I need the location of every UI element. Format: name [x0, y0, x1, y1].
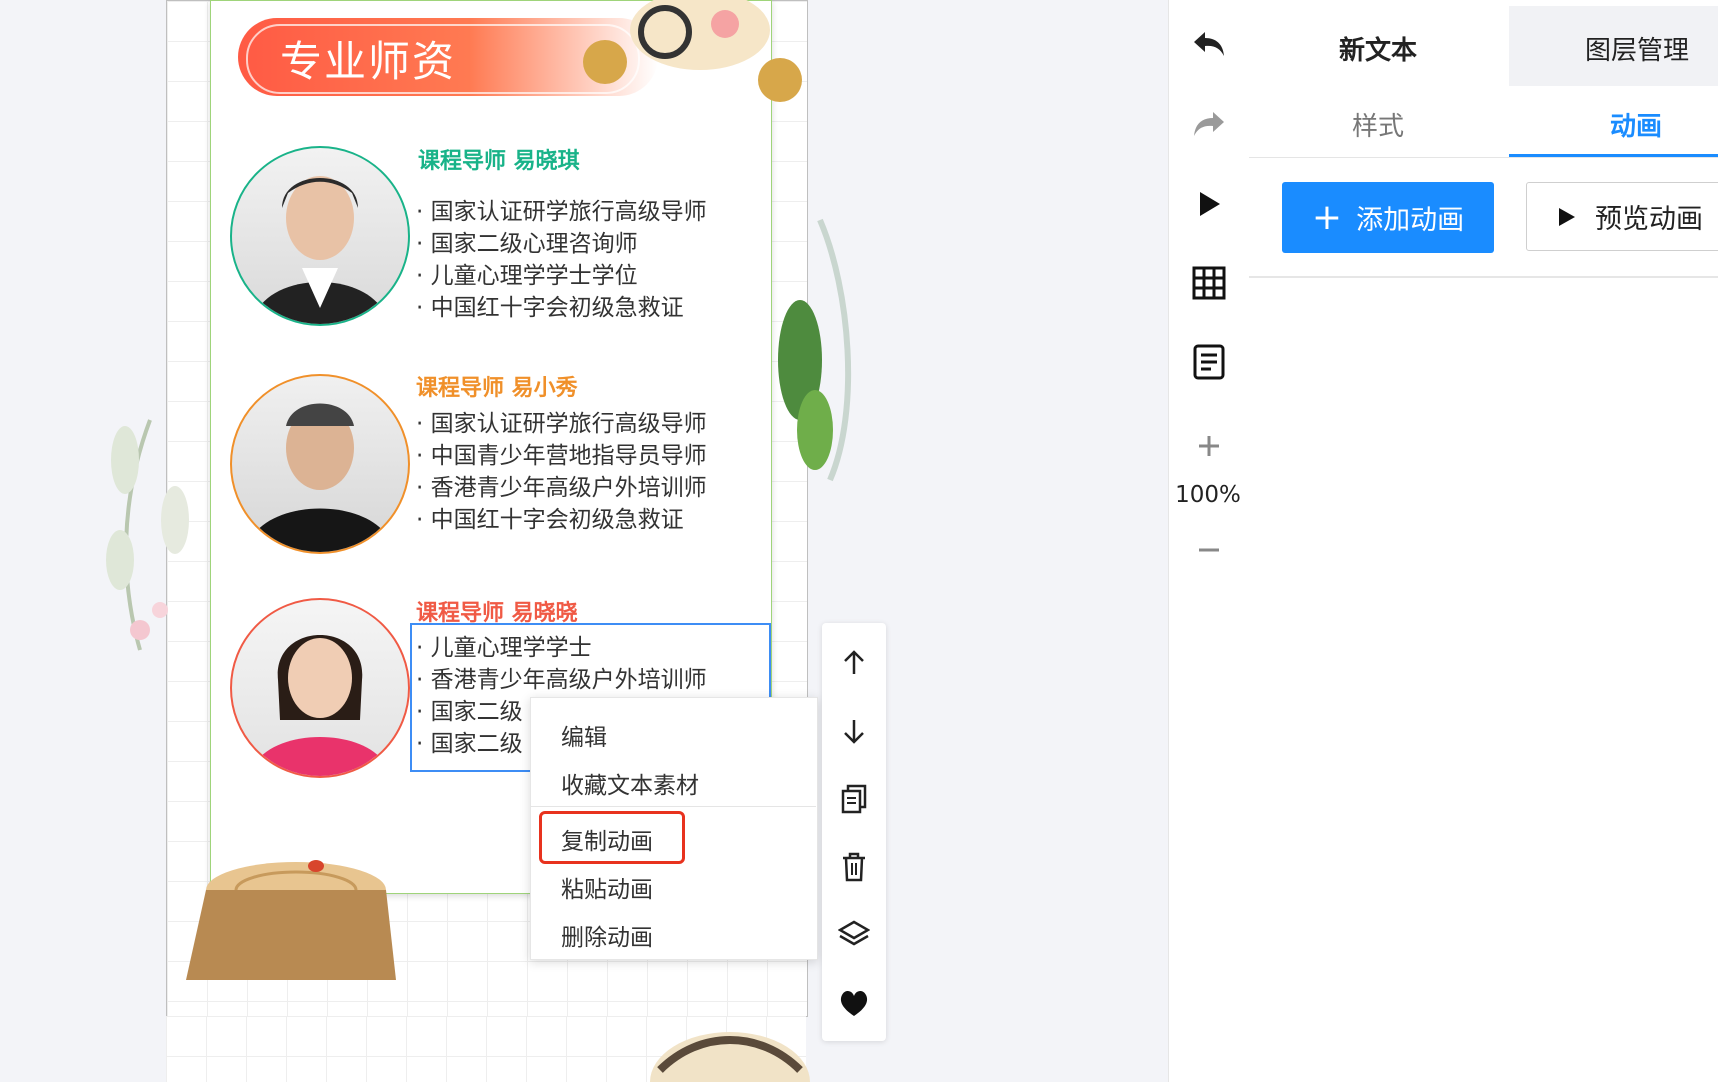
bullet-line: · 儿童心理学学士学位: [416, 263, 638, 289]
move-down-button[interactable]: [822, 701, 886, 761]
subtab-border: [1249, 157, 1718, 158]
add-animation-button[interactable]: + 添加动画: [1282, 182, 1494, 253]
subtab-style[interactable]: 样式: [1249, 90, 1509, 154]
bullet-line: · 国家认证研学旅行高级导师: [416, 411, 707, 437]
preview-animation-label: 预览动画: [1595, 204, 1703, 235]
teacher-photo: [252, 176, 388, 324]
teacher-avatar[interactable]: [230, 146, 410, 326]
subtab-active-indicator: [1509, 154, 1718, 157]
document-icon: [1193, 344, 1225, 380]
undo-button[interactable]: [1169, 14, 1249, 74]
teacher-name[interactable]: 课程导师 易小秀: [416, 370, 578, 402]
tab-new-text[interactable]: 新文本: [1249, 6, 1509, 86]
arrow-down-icon: [844, 720, 864, 744]
highlight-annotation: [539, 811, 685, 864]
play-icon: [1559, 207, 1575, 226]
tab-layer-management[interactable]: 图层管理: [1509, 6, 1718, 86]
tab-new-text-label: 新文本: [1339, 36, 1418, 66]
mascot-hat-image: [650, 1032, 810, 1082]
plus-icon: +: [1311, 196, 1343, 238]
redo-icon: [1194, 112, 1224, 136]
teacher-name[interactable]: 课程导师 易晓琪: [418, 143, 580, 175]
bullet-line: · 国家二级心理咨询师: [416, 231, 638, 257]
grid-icon: [1192, 266, 1226, 300]
layers-button[interactable]: [822, 905, 886, 965]
preview-animation-button[interactable]: 预览动画: [1526, 182, 1718, 251]
teacher-photo: [246, 403, 394, 552]
panel-divider: [1249, 276, 1718, 278]
bullet-line: · 中国红十字会初级急救证: [416, 295, 684, 321]
play-icon: [1200, 192, 1220, 216]
leaf-decoration-left: [106, 419, 189, 651]
play-button[interactable]: [1169, 174, 1249, 234]
bullet-line: · 香港青少年高级户外培训师: [416, 475, 707, 501]
redo-button[interactable]: [1169, 94, 1249, 154]
add-animation-label: 添加动画: [1356, 205, 1465, 236]
arrow-up-icon: [844, 650, 864, 674]
bullet-line: · 国家认证研学旅行高级导师: [416, 199, 707, 225]
subtab-animation-label: 动画: [1610, 112, 1663, 142]
side-toolbar: [1168, 0, 1250, 1082]
menu-divider: [530, 806, 816, 807]
teacher-bullets[interactable]: · 国家认证研学旅行高级导师 · 中国青少年营地指导员导师 · 香港青少年高级户…: [416, 408, 707, 536]
duplicate-button[interactable]: [822, 769, 886, 829]
banner-title[interactable]: 专业师资: [280, 28, 456, 89]
teacher-avatar[interactable]: [230, 598, 410, 778]
tab-layer-label: 图层管理: [1585, 36, 1690, 66]
cartoon-mascot-image: [583, 0, 802, 102]
grid-button[interactable]: [1169, 253, 1249, 313]
plus-icon: [1199, 436, 1219, 456]
document-button[interactable]: [1169, 332, 1249, 392]
minus-icon: [1199, 548, 1219, 552]
menu-item-delete-animation[interactable]: 删除动画: [561, 918, 653, 952]
menu-item-favorite-text[interactable]: 收藏文本素材: [561, 766, 699, 800]
subtab-style-label: 样式: [1352, 112, 1405, 142]
delete-button[interactable]: [822, 837, 886, 897]
layers-icon: [838, 920, 870, 946]
trash-icon: [843, 852, 865, 882]
zoom-out-button[interactable]: [1169, 520, 1249, 580]
leaf-decoration-right: [778, 218, 852, 482]
zoom-in-button[interactable]: [1169, 416, 1249, 476]
subtab-animation[interactable]: 动画: [1509, 90, 1718, 154]
teacher-avatar[interactable]: [230, 374, 410, 554]
bullet-line: · 中国青少年营地指导员导师: [416, 443, 707, 469]
element-toolbar: [822, 623, 886, 1041]
menu-item-paste-animation[interactable]: 粘贴动画: [561, 870, 653, 904]
teacher-photo: [250, 635, 390, 776]
heart-icon: [840, 990, 868, 1016]
properties-panel: [1249, 0, 1718, 1082]
move-up-button[interactable]: [822, 633, 886, 693]
menu-item-edit[interactable]: 编辑: [561, 718, 607, 752]
zoom-level: 100%: [1175, 482, 1241, 508]
favorite-button[interactable]: [822, 973, 886, 1033]
tree-stump-image: [186, 860, 396, 980]
teacher-bullets[interactable]: · 国家认证研学旅行高级导师 · 国家二级心理咨询师 · 儿童心理学学士学位 ·…: [416, 196, 707, 324]
copy-icon: [841, 784, 867, 814]
bullet-line: · 中国红十字会初级急救证: [416, 507, 684, 533]
undo-icon: [1194, 32, 1224, 56]
